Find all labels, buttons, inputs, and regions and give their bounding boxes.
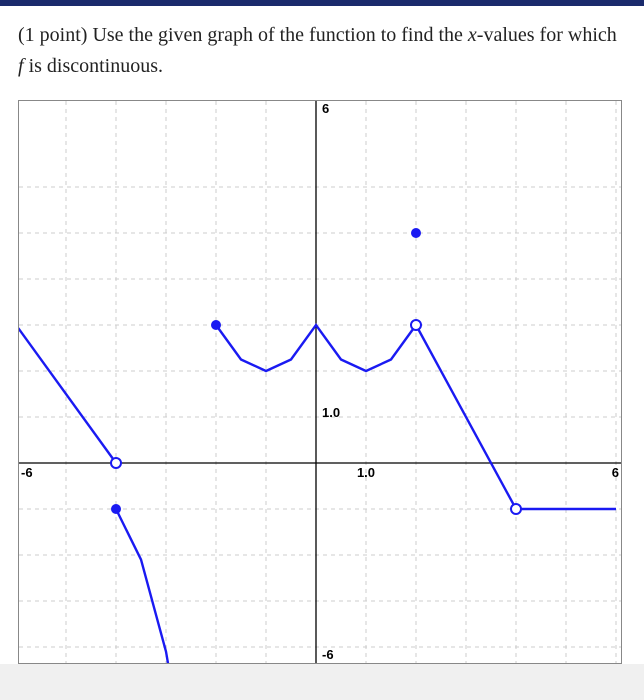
- q-text-a: Use the given graph of the function to f…: [92, 24, 467, 46]
- points-label: (1 point): [18, 24, 92, 46]
- chart-area: -6 1.0 6 1.0 6 -6: [18, 100, 622, 664]
- q-text-b: -values for which: [477, 24, 617, 46]
- svg-text:6: 6: [612, 465, 619, 480]
- svg-text:-6: -6: [21, 465, 33, 480]
- svg-text:1.0: 1.0: [322, 405, 340, 420]
- function-graph: -6 1.0 6 1.0 6 -6: [19, 101, 621, 663]
- question-text: (1 point) Use the given graph of the fun…: [18, 20, 626, 82]
- svg-text:6: 6: [322, 101, 329, 116]
- var-x: x: [468, 24, 477, 46]
- svg-text:1.0: 1.0: [357, 465, 375, 480]
- question-page: (1 point) Use the given graph of the fun…: [0, 0, 644, 664]
- q-text-c: is discontinuous.: [24, 55, 163, 77]
- svg-text:-6: -6: [322, 647, 334, 662]
